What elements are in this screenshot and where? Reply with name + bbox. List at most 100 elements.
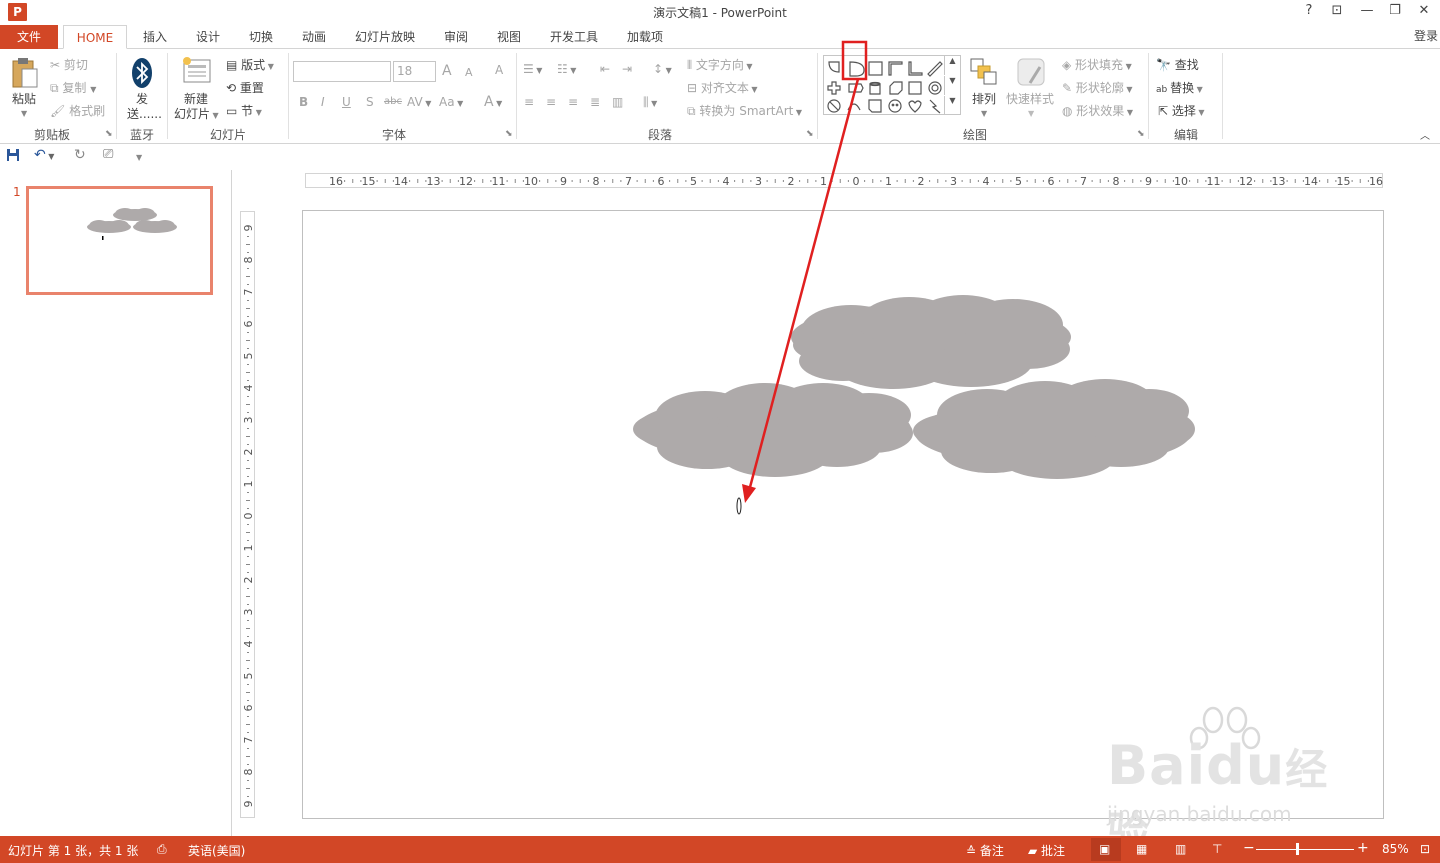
- tab-animations[interactable]: 动画: [294, 25, 334, 49]
- grow-font-button[interactable]: A: [442, 63, 452, 79]
- shrink-font-button[interactable]: A: [465, 66, 473, 79]
- zoom-level[interactable]: 85%: [1382, 842, 1409, 856]
- slide-thumbnail[interactable]: [26, 186, 213, 295]
- text-direction-button[interactable]: ⫴ 文字方向 ▼: [687, 56, 753, 73]
- layout-button[interactable]: ▤ 版式 ▼: [226, 56, 274, 73]
- slideshow-view-icon[interactable]: ⊤: [1212, 842, 1222, 856]
- shapes-gallery[interactable]: ▲ ▼ ▼: [823, 55, 961, 115]
- redo-icon[interactable]: ↻: [74, 147, 86, 163]
- smartart-button[interactable]: ⧉ 转换为 SmartArt ▼: [687, 102, 802, 119]
- zoom-out-button[interactable]: −: [1243, 840, 1255, 856]
- line-spacing-icon[interactable]: ↕ ▼: [653, 62, 672, 76]
- tab-developer[interactable]: 开发工具: [544, 25, 604, 49]
- collapse-ribbon-icon[interactable]: ︿: [1420, 127, 1430, 142]
- sign-in-link[interactable]: 登录: [1414, 27, 1438, 44]
- font-launcher-icon[interactable]: ⬊: [505, 129, 513, 139]
- justify-icon[interactable]: ≣: [590, 95, 600, 109]
- cut-button[interactable]: ✂ 剪切: [50, 56, 88, 73]
- cloud-shape-top[interactable]: [791, 295, 1071, 389]
- decrease-indent-icon[interactable]: ⇤: [600, 62, 610, 76]
- format-painter-button[interactable]: 🖌 格式刷: [50, 102, 105, 119]
- tab-review[interactable]: 审阅: [436, 25, 476, 49]
- drawing-launcher-icon[interactable]: ⬊: [1137, 129, 1145, 139]
- ribbon-display-options-icon[interactable]: ⊡: [1327, 3, 1347, 18]
- fit-to-window-icon[interactable]: ⊡: [1420, 842, 1430, 856]
- gallery-more-icon[interactable]: ▼: [944, 96, 960, 115]
- tab-design[interactable]: 设计: [188, 25, 228, 49]
- chord-shape[interactable]: [736, 497, 742, 515]
- italic-button[interactable]: I: [321, 95, 325, 109]
- zoom-slider-track[interactable]: [1256, 849, 1354, 850]
- v-ruler-label: 8: [242, 769, 255, 776]
- language-indicator[interactable]: 英语(美国): [188, 842, 245, 859]
- gallery-scroll-down-icon[interactable]: ▼: [944, 76, 960, 95]
- find-button[interactable]: 🔭 查找: [1156, 56, 1199, 73]
- gallery-scroll-up-icon[interactable]: ▲: [944, 56, 960, 75]
- font-name-combo[interactable]: [293, 61, 391, 82]
- zoom-in-button[interactable]: +: [1357, 840, 1369, 856]
- tab-home[interactable]: HOME: [63, 25, 127, 49]
- increase-indent-icon[interactable]: ⇥: [622, 62, 632, 76]
- notes-button[interactable]: ≙ 备注: [966, 842, 1004, 859]
- shape-outline-button[interactable]: ✎ 形状轮廓 ▼: [1062, 79, 1133, 96]
- start-slideshow-icon[interactable]: ⎚: [103, 147, 113, 162]
- customize-qat-icon[interactable]: ▼: [136, 149, 142, 163]
- align-text-button[interactable]: ⊟ 对齐文本 ▼: [687, 79, 758, 96]
- comments-button[interactable]: ▰ 批注: [1028, 842, 1065, 859]
- tab-slideshow[interactable]: 幻灯片放映: [349, 25, 421, 49]
- paragraph-launcher-icon[interactable]: ⬊: [806, 129, 814, 139]
- align-left-icon[interactable]: ≡: [524, 95, 534, 109]
- paste-icon[interactable]: [11, 57, 39, 92]
- new-slide-button[interactable]: 幻灯片 ▼: [174, 105, 219, 122]
- shape-fill-button[interactable]: ◈ 形状填充 ▼: [1062, 56, 1132, 73]
- copy-button[interactable]: ⧉ 复制 ▼: [50, 79, 96, 96]
- minimize-icon[interactable]: —: [1357, 3, 1377, 18]
- text-shadow-button[interactable]: S: [366, 95, 374, 109]
- v-ruler-label: 6: [242, 705, 255, 712]
- slide-sorter-view-icon[interactable]: ▦: [1136, 842, 1147, 856]
- arrange-icon[interactable]: [969, 57, 999, 90]
- normal-view-icon[interactable]: ▣: [1099, 842, 1110, 856]
- cloud-shape-left[interactable]: [633, 383, 913, 477]
- underline-button[interactable]: U: [342, 95, 351, 109]
- bold-button[interactable]: B: [299, 95, 308, 109]
- select-button[interactable]: ⇱ 选择 ▼: [1158, 102, 1205, 119]
- help-icon[interactable]: ?: [1299, 3, 1319, 18]
- quick-styles-icon[interactable]: [1016, 57, 1048, 92]
- align-right-icon[interactable]: ≡: [568, 95, 578, 109]
- bluetooth-icon[interactable]: [131, 57, 153, 92]
- columns-icon[interactable]: ⫼ ▼: [643, 95, 657, 110]
- font-size-combo[interactable]: 18: [393, 61, 436, 82]
- zoom-slider-thumb[interactable]: [1295, 843, 1299, 855]
- save-icon[interactable]: [6, 148, 20, 165]
- change-case-button[interactable]: Aa ▼: [439, 95, 463, 109]
- align-center-icon[interactable]: ≡: [546, 95, 556, 109]
- clipboard-launcher-icon[interactable]: ⬊: [105, 129, 113, 139]
- character-spacing-button[interactable]: AV ▼: [407, 95, 431, 109]
- tab-file[interactable]: 文件: [0, 25, 58, 49]
- spellcheck-icon[interactable]: ⎙: [157, 842, 167, 857]
- undo-icon[interactable]: ↶ ▼: [34, 147, 54, 163]
- tab-view[interactable]: 视图: [489, 25, 529, 49]
- horizontal-ruler[interactable]: 16 15 14 13 12 11 10 9 8 7 6 5 4 3 2 1 0 1 2 3 4 5 6 7 8 9 10 11 12 1…: [305, 173, 1383, 188]
- bluetooth-send-label-2[interactable]: 送......: [127, 105, 162, 122]
- restore-icon[interactable]: ❐: [1385, 3, 1405, 18]
- shape-effects-button[interactable]: ◍ 形状效果 ▼: [1062, 102, 1133, 119]
- reset-button[interactable]: ⟲ 重置: [226, 79, 264, 96]
- reading-view-icon[interactable]: ▥: [1175, 842, 1186, 856]
- bullets-icon[interactable]: ☰ ▼: [523, 62, 542, 76]
- tab-insert[interactable]: 插入: [135, 25, 175, 49]
- distributed-icon[interactable]: ▥: [612, 95, 623, 109]
- replace-button[interactable]: ab 替换 ▼: [1156, 79, 1203, 96]
- cloud-shape-right[interactable]: [913, 379, 1195, 479]
- tab-addins[interactable]: 加载项: [620, 25, 670, 49]
- section-button[interactable]: ▭ 节 ▼: [226, 102, 262, 119]
- numbering-icon[interactable]: ☷ ▼: [557, 62, 576, 76]
- close-icon[interactable]: ✕: [1414, 3, 1434, 18]
- tab-transitions[interactable]: 切换: [241, 25, 281, 49]
- font-color-button[interactable]: A ▼: [484, 94, 502, 110]
- clear-formatting-button[interactable]: A: [495, 63, 503, 77]
- vertical-ruler[interactable]: 9 8 7 6 5 4 3 2 1 0 1 2 3 4 5 6 7 8 9: [240, 211, 255, 818]
- strikethrough-button[interactable]: abc: [384, 96, 402, 107]
- new-slide-icon[interactable]: [182, 56, 212, 89]
